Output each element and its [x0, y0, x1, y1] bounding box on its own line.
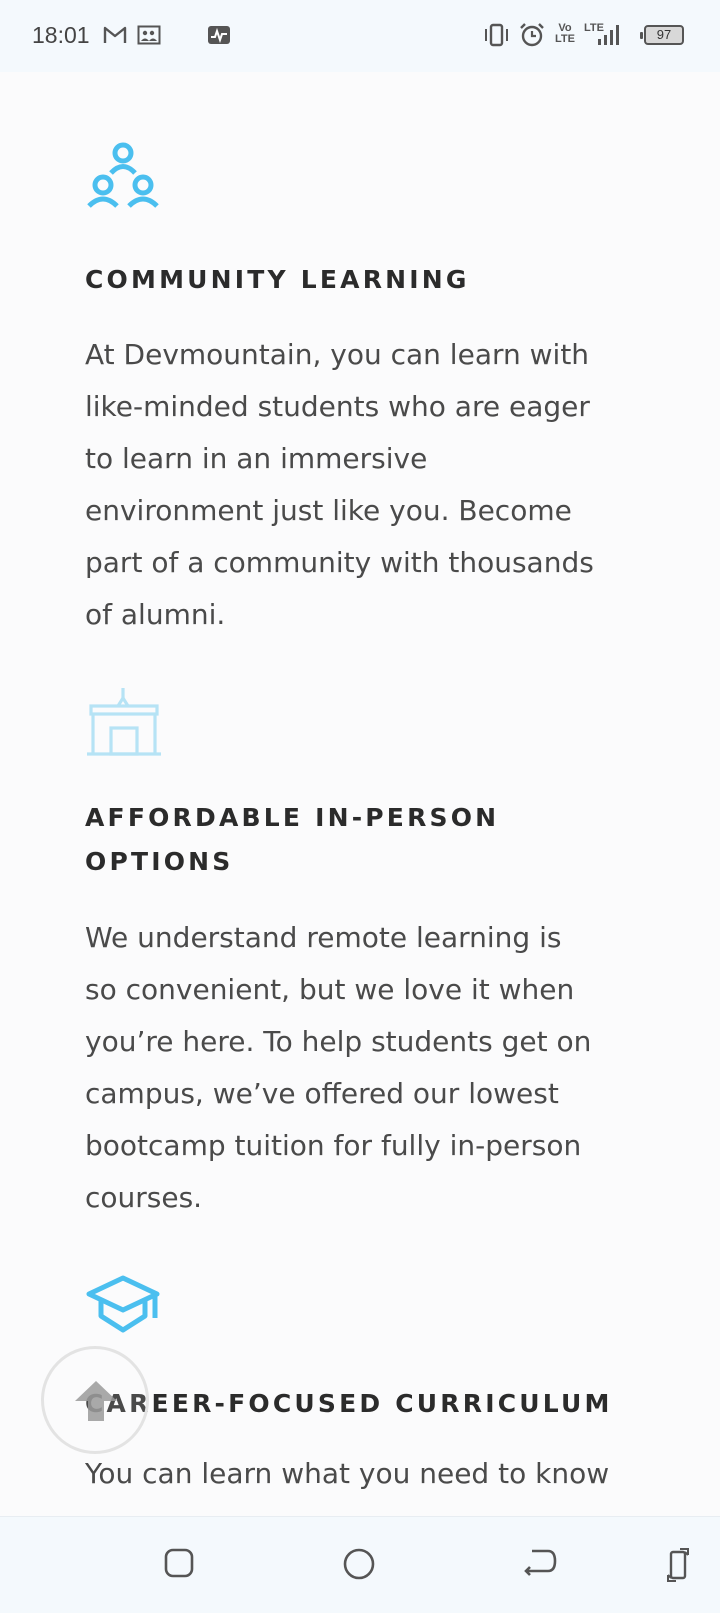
feature-community-learning: COMMUNITY LEARNING At Devmountain, you c… [85, 140, 645, 641]
status-bar: 18:01 Vo LTE LTE 97 [0, 0, 720, 72]
battery-indicator: 97 [640, 25, 684, 45]
arrow-up-icon [75, 1381, 117, 1421]
volte-bottom-label: LTE [555, 33, 575, 45]
gmail-icon [103, 26, 127, 43]
system-nav-bar [0, 1516, 720, 1613]
home-button[interactable] [342, 1547, 376, 1581]
feature-body: At Devmountain, you can learn with like-… [85, 338, 594, 631]
gallery-icon [137, 25, 161, 45]
graduation-cap-icon [86, 1275, 160, 1333]
feature-body: We understand remote learning is so conv… [85, 921, 592, 1214]
scroll-to-top-button[interactable] [41, 1346, 149, 1454]
feature-career-focused: CAREER-FOCUSED CURRICULUM You can learn … [85, 1274, 645, 1500]
lte-signal-icon: LTE [584, 22, 624, 48]
feature-affordable-in-person: AFFORDABLE IN-PERSON OPTIONS We understa… [85, 686, 645, 1224]
rotate-button[interactable] [664, 1547, 692, 1583]
campus-building-icon [87, 688, 161, 756]
feature-title: COMMUNITY LEARNING [85, 265, 470, 294]
community-people-icon [87, 142, 159, 208]
page-content: COMMUNITY LEARNING At Devmountain, you c… [0, 72, 720, 1516]
recent-apps-button[interactable] [163, 1547, 195, 1579]
volte-icon: Vo LTE [553, 23, 577, 45]
alarm-icon [520, 23, 544, 47]
feature-title: CAREER-FOCUSED CURRICULUM [85, 1389, 613, 1418]
feature-title: AFFORDABLE IN-PERSON OPTIONS [85, 803, 500, 876]
activity-icon [208, 26, 230, 44]
feature-body: You can learn what you need to know [85, 1457, 610, 1490]
battery-level: 97 [656, 27, 672, 42]
status-time: 18:01 [32, 22, 90, 48]
vibrate-icon [485, 23, 508, 47]
back-button[interactable] [522, 1547, 558, 1579]
